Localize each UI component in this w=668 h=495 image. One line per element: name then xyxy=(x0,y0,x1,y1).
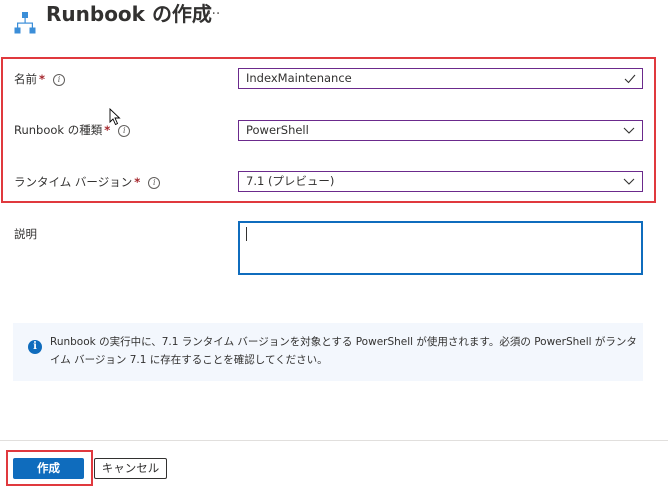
description-textarea[interactable] xyxy=(238,221,643,275)
footer-divider xyxy=(0,440,668,441)
page-title: Runbook の作成 xyxy=(46,2,212,26)
more-options-button[interactable]: ··· xyxy=(207,4,220,24)
info-icon[interactable]: i xyxy=(53,73,66,86)
runtime-version-label: ランタイム バージョン * i xyxy=(14,174,161,190)
required-asterisk: * xyxy=(134,175,141,189)
name-input[interactable]: IndexMaintenance xyxy=(238,68,643,89)
checkmark-icon xyxy=(624,74,636,84)
required-asterisk: * xyxy=(39,72,46,86)
info-message-text: Runbook の実行中に、7.1 ランタイム バージョンを対象とする Powe… xyxy=(50,336,637,366)
mouse-pointer-icon xyxy=(109,108,121,126)
name-label: 名前 * i xyxy=(14,71,66,87)
runbook-type-select[interactable]: PowerShell xyxy=(238,120,643,141)
info-icon[interactable]: i xyxy=(148,176,161,189)
text-caret xyxy=(246,227,247,241)
runtime-version-select[interactable]: 7.1 (プレビュー) xyxy=(238,171,643,192)
cancel-button[interactable]: キャンセル xyxy=(94,458,167,479)
description-label: 説明 xyxy=(14,227,37,241)
create-button[interactable]: 作成 xyxy=(13,458,84,479)
info-icon[interactable]: i xyxy=(118,124,131,137)
info-icon: i xyxy=(28,340,42,354)
chevron-down-icon xyxy=(623,178,635,185)
runbook-hierarchy-icon xyxy=(14,12,36,34)
chevron-down-icon xyxy=(623,127,635,134)
